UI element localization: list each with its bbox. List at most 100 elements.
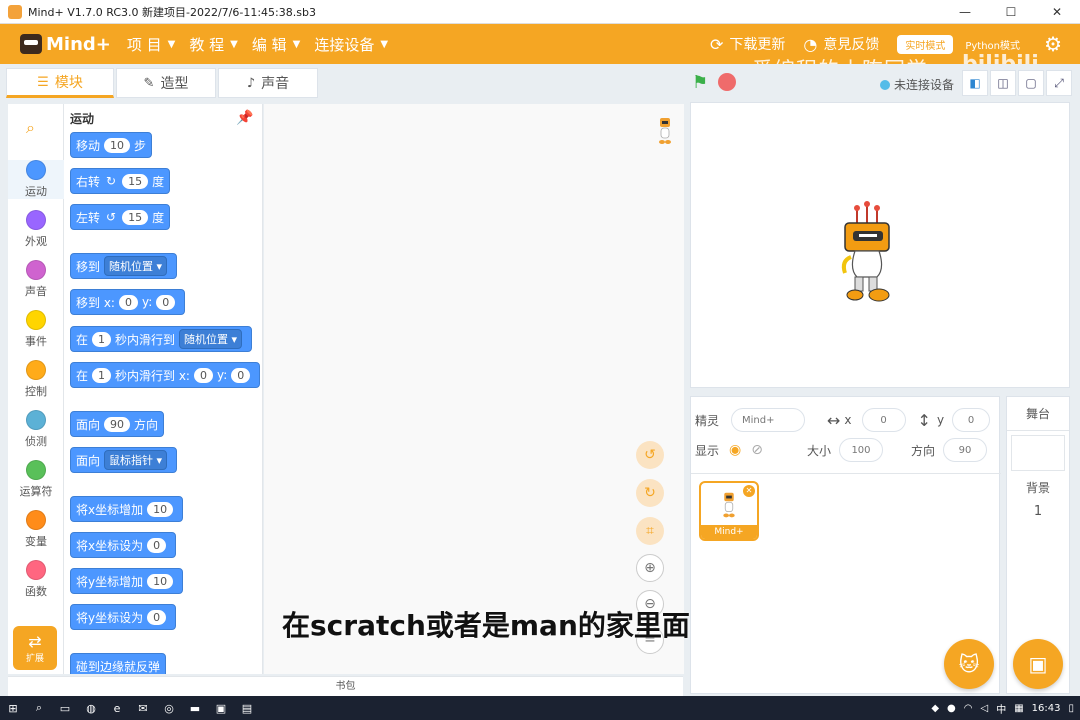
block-glide-xy[interactable]: 在 1 秒内滑行到 x: 0 y: 0 bbox=[70, 362, 261, 388]
block-input[interactable]: 0 bbox=[156, 294, 176, 310]
block-set-x[interactable]: 将x坐标设为 0 bbox=[70, 532, 177, 558]
green-flag-icon[interactable]: ⚑ bbox=[692, 72, 708, 93]
y-field[interactable]: 0 bbox=[952, 408, 991, 432]
eye-hidden-icon[interactable]: ⊘ bbox=[751, 442, 763, 458]
block-set-y[interactable]: 将y坐标设为 0 bbox=[70, 604, 177, 630]
block-dropdown[interactable]: 随机位置 ▾ bbox=[104, 256, 168, 276]
edge-icon[interactable]: e bbox=[104, 696, 130, 720]
block-input[interactable]: 0 bbox=[118, 294, 138, 310]
backpack-bar[interactable]: 书包 bbox=[8, 676, 683, 696]
zoom-in-icon[interactable]: ⊕ bbox=[636, 554, 664, 582]
menu-edit[interactable]: 编 辑 ▼ bbox=[252, 34, 300, 55]
eye-icon[interactable]: ◉ bbox=[729, 442, 741, 458]
delete-sprite-icon[interactable]: ✕ bbox=[743, 485, 755, 497]
block-input[interactable]: 90 bbox=[104, 416, 131, 432]
search-icon[interactable]: ⌕ bbox=[26, 696, 52, 720]
block-dropdown[interactable]: 鼠标指针 ▾ bbox=[104, 450, 168, 470]
block-input[interactable]: 0 bbox=[147, 609, 167, 625]
pin-icon[interactable]: 📌 bbox=[236, 110, 253, 126]
block-point-towards[interactable]: 面向 鼠标指针 ▾ bbox=[70, 447, 178, 473]
tray-icon[interactable]: ● bbox=[947, 703, 956, 714]
category-variables[interactable]: 变量 bbox=[8, 510, 64, 549]
block-input[interactable]: 10 bbox=[104, 137, 131, 153]
script-area[interactable] bbox=[264, 104, 684, 674]
block-goto[interactable]: 移到 随机位置 ▾ bbox=[70, 253, 178, 279]
fullscreen-icon[interactable]: ⤢ bbox=[1046, 70, 1072, 96]
category-sound[interactable]: 声音 bbox=[8, 260, 64, 299]
block-turn-left[interactable]: 左转 ↺ 15 度 bbox=[70, 204, 171, 230]
task-view-icon[interactable]: ▭ bbox=[52, 696, 78, 720]
category-sensing[interactable]: 侦测 bbox=[8, 410, 64, 449]
notification-icon[interactable]: ▯ bbox=[1068, 703, 1074, 714]
close-button[interactable]: ✕ bbox=[1034, 0, 1080, 24]
search-icon[interactable]: ⌕ bbox=[26, 118, 35, 138]
block-input[interactable]: 1 bbox=[92, 367, 112, 383]
gear-icon[interactable]: ⚙ bbox=[1044, 32, 1062, 56]
category-control[interactable]: 控制 bbox=[8, 360, 64, 399]
menu-connect-device[interactable]: 连接设备 ▼ bbox=[314, 34, 388, 55]
redo-icon[interactable]: ↻ bbox=[636, 479, 664, 507]
size-field[interactable]: 100 bbox=[838, 438, 883, 462]
block-input[interactable]: 10 bbox=[147, 573, 174, 589]
tab-blocks[interactable]: ☰ 模块 bbox=[6, 68, 114, 98]
x-field[interactable]: 0 bbox=[861, 408, 906, 432]
minimize-button[interactable]: — bbox=[942, 0, 988, 24]
block-input[interactable]: 0 bbox=[193, 367, 213, 383]
tab-costumes[interactable]: ✎ 造型 bbox=[116, 68, 216, 98]
network-icon[interactable]: ◠ bbox=[964, 703, 973, 714]
direction-field[interactable]: 90 bbox=[943, 438, 987, 462]
undo-icon[interactable]: ↺ bbox=[636, 441, 664, 469]
menu-tutorial[interactable]: 教 程 ▼ bbox=[189, 34, 237, 55]
feedback-button[interactable]: ◔ 意見反馈 bbox=[803, 34, 879, 54]
sprite-card[interactable]: ✕ Mind+ bbox=[699, 481, 759, 541]
block-glide[interactable]: 在 1 秒内滑行到 随机位置 ▾ bbox=[70, 326, 253, 352]
stage[interactable] bbox=[690, 102, 1070, 388]
large-stage-icon[interactable]: ▢ bbox=[1018, 70, 1044, 96]
category-functions[interactable]: 函数 bbox=[8, 560, 64, 599]
browser-icon[interactable]: ◍ bbox=[78, 696, 104, 720]
clock[interactable]: 16:43 bbox=[1032, 703, 1061, 714]
maximize-button[interactable]: ☐ bbox=[988, 0, 1034, 24]
block-input[interactable]: 0 bbox=[147, 537, 167, 553]
category-looks[interactable]: 外观 bbox=[8, 210, 64, 249]
realtime-mode-toggle[interactable]: 实时模式 bbox=[897, 34, 954, 54]
extension-button[interactable]: ⇄ 扩展 bbox=[13, 626, 57, 670]
python-mode-toggle[interactable]: Python模式 bbox=[965, 37, 1020, 52]
crop-icon[interactable]: ⌗ bbox=[636, 517, 664, 545]
windows-start-icon[interactable]: ⊞ bbox=[0, 696, 26, 720]
tab-sounds[interactable]: ♪ 声音 bbox=[218, 68, 318, 98]
wechat-icon[interactable]: ✉ bbox=[130, 696, 156, 720]
block-goto-xy[interactable]: 移到 x: 0 y: 0 bbox=[70, 289, 186, 315]
volume-icon[interactable]: ◁ bbox=[981, 703, 989, 714]
block-turn-right[interactable]: 右转 ↻ 15 度 bbox=[70, 168, 171, 194]
block-change-x[interactable]: 将x坐标增加 10 bbox=[70, 496, 184, 522]
block-input[interactable]: 0 bbox=[231, 367, 251, 383]
connection-status[interactable]: 未连接设备 bbox=[880, 76, 954, 93]
category-operators[interactable]: 运算符 bbox=[8, 460, 64, 499]
mindplus-robot-sprite[interactable] bbox=[837, 199, 897, 309]
block-move-steps[interactable]: 移动 10 步 bbox=[70, 132, 153, 158]
block-dropdown[interactable]: 随机位置 ▾ bbox=[179, 329, 243, 349]
tray-icon[interactable]: ◆ bbox=[931, 703, 939, 714]
block-input[interactable]: 1 bbox=[92, 331, 112, 347]
block-input[interactable]: 10 bbox=[147, 501, 174, 517]
file-explorer-icon[interactable]: ▬ bbox=[182, 696, 208, 720]
category-motion[interactable]: 运动 bbox=[8, 160, 64, 199]
block-bounce-edge[interactable]: 碰到边缘就反弹 bbox=[70, 653, 167, 674]
chrome-icon[interactable]: ◎ bbox=[156, 696, 182, 720]
ime-indicator[interactable]: 中 bbox=[996, 701, 1006, 716]
block-point-direction[interactable]: 面向 90 方向 bbox=[70, 411, 165, 437]
add-sprite-button[interactable]: 🐱 bbox=[944, 639, 994, 689]
add-backdrop-button[interactable]: ▣ bbox=[1013, 639, 1063, 689]
block-input[interactable]: 15 bbox=[122, 173, 149, 189]
sprite-name-field[interactable]: Mind+ bbox=[731, 408, 806, 432]
medium-stage-icon[interactable]: ◫ bbox=[990, 70, 1016, 96]
stage-thumbnail[interactable] bbox=[1011, 435, 1065, 471]
stop-icon[interactable] bbox=[718, 73, 736, 91]
download-update-button[interactable]: ⟳ 下载更新 bbox=[710, 34, 785, 54]
keyboard-icon[interactable]: ▦ bbox=[1014, 703, 1023, 714]
menu-project[interactable]: 项 目 ▼ bbox=[127, 34, 175, 55]
app-taskbar-icon[interactable]: ▤ bbox=[234, 696, 260, 720]
block-input[interactable]: 15 bbox=[122, 209, 149, 225]
mindplus-taskbar-icon[interactable]: ▣ bbox=[208, 696, 234, 720]
